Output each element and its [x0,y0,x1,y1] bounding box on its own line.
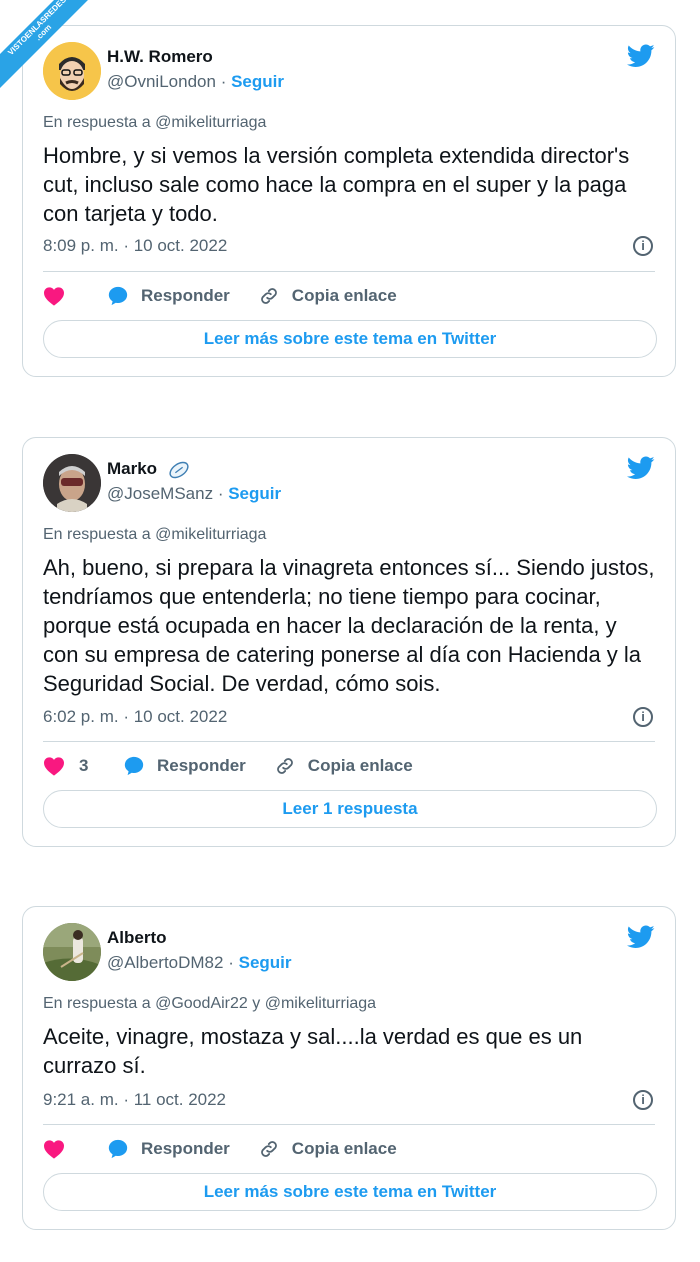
copy-link-button[interactable]: Copia enlace [274,755,413,777]
copy-link-button[interactable]: Copia enlace [258,1138,397,1160]
user-handle[interactable]: @OvniLondon [107,72,216,91]
heart-icon [44,287,64,306]
like-count: 3 [79,756,89,775]
handle-line: @OvniLondon · Seguir [107,72,284,92]
divider [43,271,655,272]
display-name[interactable]: Marko [107,459,157,478]
speech-bubble-icon [108,286,128,306]
tweet-text: Ah, bueno, si prepara la vinagreta enton… [43,555,655,696]
handle-line: @AlbertoDM82 · Seguir [107,953,292,973]
separator-dot: · [217,484,224,503]
read-replies-button[interactable]: Leer 1 respuesta [43,790,657,828]
info-icon[interactable]: i [633,707,653,727]
timestamp[interactable]: 6:02 p. m. · 10 oct. 2022 [43,707,227,727]
reply-button[interactable]: Responder [107,1138,230,1160]
read-more-button[interactable]: Leer más sobre este tema en Twitter [43,320,657,358]
link-icon [260,288,277,304]
link-icon [260,1141,277,1157]
copy-link-label: Copia enlace [291,286,397,305]
copy-link-label: Copia enlace [291,1139,397,1158]
action-bar: 3 Responder Copia enlace [43,753,413,779]
handle-line: @JoseMSanz · Seguir [107,484,281,504]
tweet-text: Hombre, y si vemos la versión completa e… [43,143,630,226]
reply-label: Responder [141,1139,230,1158]
read-more-button[interactable]: Leer más sobre este tema en Twitter [43,1173,657,1211]
speech-bubble-icon [108,1139,128,1159]
divider [43,741,655,742]
reply-label: Responder [157,756,246,775]
tweet-card: Alberto @AlbertoDM82 · Seguir En respues… [22,906,676,1230]
tweet-card: H.W. Romero @OvniLondon · Seguir En resp… [22,25,676,377]
action-bar: Responder Copia enlace [43,1136,397,1162]
divider [43,1124,655,1125]
tweet-card: Marko @JoseMSanz · Seguir En respuesta a… [22,437,676,847]
avatar[interactable] [43,42,101,100]
follow-button[interactable]: Seguir [239,953,292,972]
copy-link-label: Copia enlace [307,756,413,775]
reply-label: Responder [141,286,230,305]
reply-context[interactable]: En respuesta a @GoodAir22 y @mikeliturri… [43,995,376,1013]
twitter-bird-icon[interactable] [627,44,655,68]
separator-dot: · [228,953,234,972]
user-handle[interactable]: @AlbertoDM82 [107,953,223,972]
like-button[interactable] [43,1139,107,1159]
like-button[interactable] [43,286,107,306]
follow-button[interactable]: Seguir [228,484,281,503]
heart-icon [44,1140,64,1159]
timestamp[interactable]: 8:09 p. m. · 10 oct. 2022 [43,236,227,256]
action-bar: Responder Copia enlace [43,283,397,309]
reply-button[interactable]: Responder [107,285,230,307]
reply-context[interactable]: En respuesta a @mikeliturriaga [43,114,266,132]
avatar[interactable] [43,923,101,981]
twitter-bird-icon[interactable] [627,925,655,949]
avatar-illustration [43,42,101,100]
info-icon[interactable]: i [633,1090,653,1110]
separator-dot: · [220,72,227,91]
link-icon [276,758,293,774]
display-name-line: Marko [107,459,190,480]
avatar-photo [43,923,101,981]
display-name[interactable]: H.W. Romero [107,47,213,67]
avatar[interactable] [43,454,101,512]
follow-button[interactable]: Seguir [231,72,284,91]
user-handle[interactable]: @JoseMSanz [107,484,213,503]
tweet-text: Aceite, vinagre, mostaza y sal....la ver… [43,1024,583,1078]
speech-bubble-icon [124,756,144,776]
timestamp[interactable]: 9:21 a. m. · 11 oct. 2022 [43,1090,226,1110]
reply-button[interactable]: Responder [123,755,246,777]
display-name[interactable]: Alberto [107,928,167,948]
reply-context[interactable]: En respuesta a @mikeliturriaga [43,526,266,544]
info-icon[interactable]: i [633,236,653,256]
twitter-bird-icon[interactable] [627,456,655,480]
copy-link-button[interactable]: Copia enlace [258,285,397,307]
heart-icon [44,757,64,776]
like-button[interactable]: 3 [43,756,123,776]
rugby-ball-icon [169,461,189,478]
avatar-photo [43,454,101,512]
